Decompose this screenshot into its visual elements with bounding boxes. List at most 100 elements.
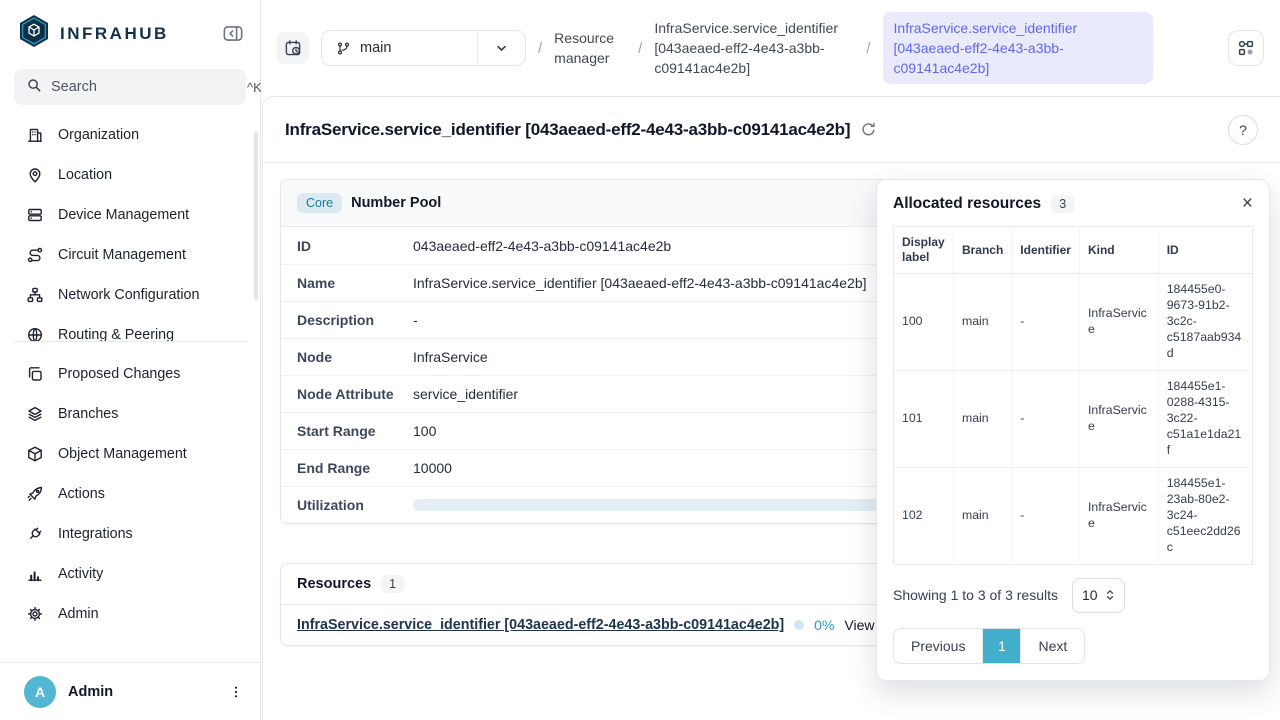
user-name: Admin	[68, 684, 216, 700]
branch-selector[interactable]: main	[321, 30, 526, 66]
sidebar-item-network-configuration[interactable]: Network Configuration	[0, 275, 260, 315]
view-label: View	[844, 617, 874, 633]
sidebar-primary-nav: Organization Location Device Management …	[0, 115, 260, 341]
sidebar-item-location[interactable]: Location	[0, 155, 260, 195]
page-size-select[interactable]: 10	[1072, 578, 1125, 613]
breadcrumb-resource-manager[interactable]: Resource manager	[554, 28, 626, 69]
rocket-icon	[26, 485, 44, 503]
sidebar-collapse-icon[interactable]	[222, 24, 244, 43]
sidebar-item-actions[interactable]: Actions	[0, 474, 260, 514]
gear-icon	[26, 605, 44, 623]
sidebar: INFRAHUB ^K Organization Location	[0, 0, 261, 720]
search-icon	[26, 77, 42, 98]
refresh-button[interactable]	[860, 121, 877, 138]
search-box[interactable]: ^K	[14, 69, 246, 105]
next-page-button[interactable]: Next	[1020, 629, 1084, 663]
sidebar-item-label: Device Management	[58, 207, 189, 223]
sidebar-item-object-management[interactable]: Object Management	[0, 434, 260, 474]
utilization-progress-bar	[413, 499, 915, 511]
field-row-id: ID 043aeaed-eff2-4e43-a3bb-c09141ac4e2b	[281, 227, 931, 264]
allocated-resources-table: Display label Branch Identifier Kind ID …	[893, 226, 1253, 565]
sidebar-item-branches[interactable]: Branches	[0, 394, 260, 434]
user-menu-kebab-icon[interactable]	[228, 683, 244, 701]
popover-header: Allocated resources 3 ×	[893, 194, 1253, 213]
cube-icon	[26, 445, 44, 463]
cell-identifier: -	[1012, 370, 1080, 467]
chevron-down-icon	[494, 41, 509, 56]
infrahub-app: INFRAHUB ^K Organization Location	[0, 0, 1280, 720]
field-value: InfraService	[413, 349, 915, 365]
sidebar-item-routing-peering[interactable]: Routing & Peering	[0, 315, 260, 341]
user-row: A Admin	[0, 662, 260, 720]
page-1-button[interactable]: 1	[982, 629, 1020, 663]
breadcrumb-pool[interactable]: InfraService.service_identifier [043aeae…	[654, 18, 854, 79]
sidebar-item-integrations[interactable]: Integrations	[0, 514, 260, 554]
globe-icon	[26, 326, 44, 341]
breadcrumb-separator: /	[638, 40, 642, 57]
column-header: ID	[1158, 227, 1252, 274]
cell-kind: InfraService	[1079, 274, 1158, 371]
column-header: Identifier	[1012, 227, 1080, 274]
sidebar-scrollbar[interactable]	[254, 132, 258, 300]
schema-button[interactable]	[1228, 30, 1264, 66]
resource-row: InfraService.service_identifier [043aeae…	[281, 605, 931, 645]
infrahub-logo-icon	[18, 14, 50, 53]
stepper-icon	[1105, 588, 1115, 602]
schema-icon	[1237, 39, 1255, 57]
brand-name: INFRAHUB	[60, 24, 222, 44]
table-row[interactable]: 101 main - InfraService 184455e1-0288-43…	[894, 370, 1253, 467]
sidebar-item-label: Activity	[58, 566, 103, 582]
cell-identifier: -	[1012, 274, 1080, 371]
branch-name: main	[360, 40, 391, 56]
cell-display-label: 101	[894, 370, 954, 467]
resource-utilization: 0%	[814, 617, 834, 633]
previous-page-button[interactable]: Previous	[894, 629, 982, 663]
breadcrumb-separator: /	[866, 40, 870, 57]
branch-selector-caret[interactable]	[477, 31, 525, 65]
date-picker-button[interactable]	[277, 32, 309, 64]
popover-title: Allocated resources	[893, 195, 1041, 213]
field-row-node: Node InfraService	[281, 338, 931, 375]
allocated-resources-popover: Allocated resources 3 × Display label Br…	[876, 179, 1270, 681]
resource-link[interactable]: InfraService.service_identifier [043aeae…	[297, 617, 784, 633]
cell-id: 184455e1-23ab-80e2-3c24-c51eec2dd26c	[1158, 467, 1252, 564]
sidebar-item-label: Object Management	[58, 446, 187, 462]
table-row[interactable]: 102 main - InfraService 184455e1-23ab-80…	[894, 467, 1253, 564]
utilization-dot-icon	[794, 620, 804, 630]
sidebar-item-label: Organization	[58, 127, 139, 143]
card-title: Number Pool	[351, 195, 441, 211]
field-label: Node	[297, 349, 413, 365]
sidebar-item-device-management[interactable]: Device Management	[0, 195, 260, 235]
table-row[interactable]: 100 main - InfraService 184455e0-9673-91…	[894, 274, 1253, 371]
hierarchy-icon	[26, 286, 44, 304]
sidebar-item-proposed-changes[interactable]: Proposed Changes	[0, 354, 260, 394]
calendar-clock-icon	[284, 39, 302, 57]
building-icon	[26, 126, 44, 144]
results-summary: Showing 1 to 3 of 3 results	[893, 587, 1058, 603]
content-panel: InfraService.service_identifier [043aeae…	[262, 96, 1280, 720]
search-input[interactable]	[51, 79, 238, 95]
popover-footer: Showing 1 to 3 of 3 results 10	[893, 578, 1253, 613]
sidebar-item-label: Network Configuration	[58, 287, 199, 303]
cell-id: 184455e1-0288-4315-3c22-c51a1e1da21f	[1158, 370, 1252, 467]
copy-icon	[26, 365, 44, 383]
core-badge: Core	[297, 193, 342, 213]
sidebar-item-activity[interactable]: Activity	[0, 554, 260, 594]
server-icon	[26, 206, 44, 224]
field-row-name: Name InfraService.service_identifier [04…	[281, 264, 931, 301]
sidebar-item-admin[interactable]: Admin	[0, 594, 260, 634]
cell-kind: InfraService	[1079, 370, 1158, 467]
sidebar-item-circuit-management[interactable]: Circuit Management	[0, 235, 260, 275]
layers-icon	[26, 405, 44, 423]
resources-header: Resources 1	[281, 564, 931, 605]
resources-count-badge: 1	[381, 575, 404, 593]
search-shortcut: ^K	[247, 80, 262, 95]
breadcrumb-current[interactable]: InfraService.service_identifier [043aeae…	[883, 12, 1153, 85]
close-icon[interactable]: ×	[1242, 194, 1253, 213]
help-button[interactable]: ?	[1228, 115, 1258, 145]
field-label: Description	[297, 312, 413, 328]
table-header-row: Display label Branch Identifier Kind ID	[894, 227, 1253, 274]
sidebar-item-organization[interactable]: Organization	[0, 115, 260, 155]
field-label: Name	[297, 275, 413, 291]
cell-kind: InfraService	[1079, 467, 1158, 564]
